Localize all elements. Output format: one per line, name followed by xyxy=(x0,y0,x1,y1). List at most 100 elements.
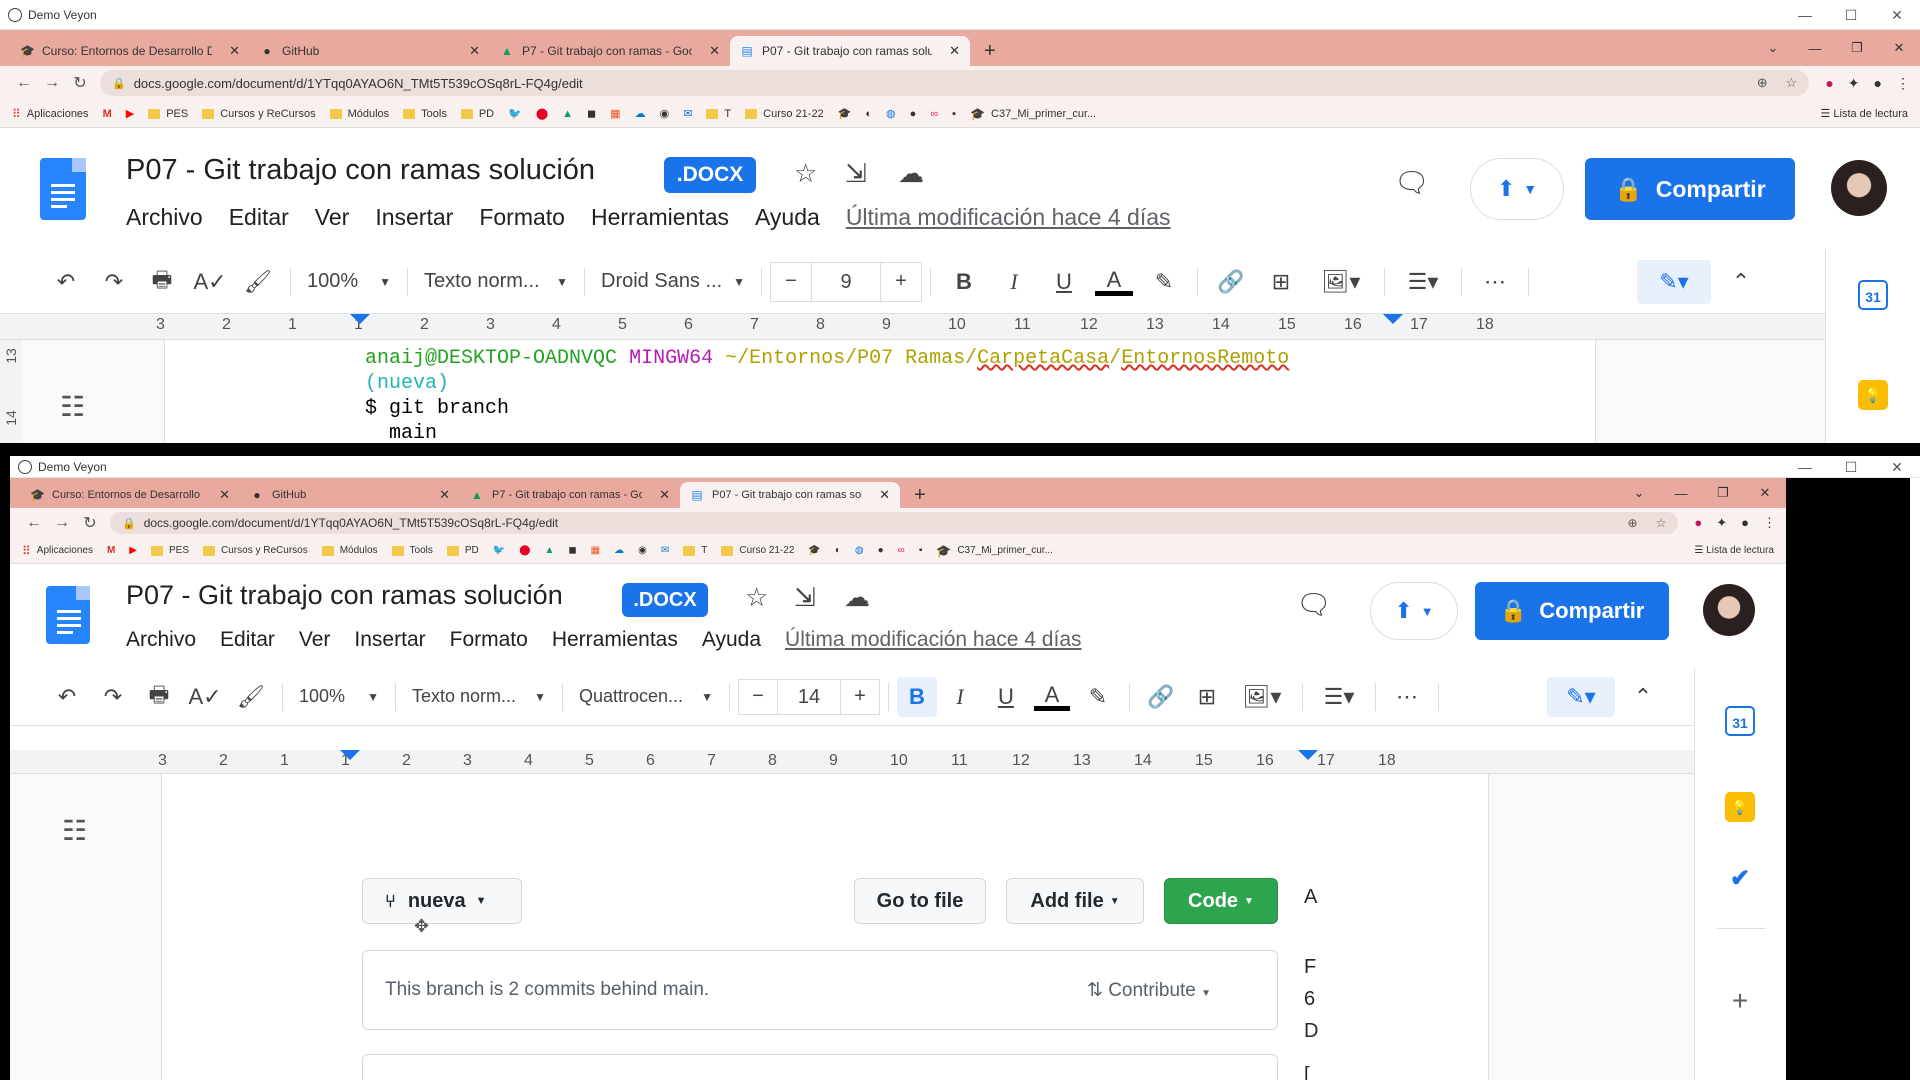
bookmark-pd[interactable]: PD xyxy=(460,108,494,120)
star-icon[interactable]: ☆ xyxy=(745,582,768,613)
bookmark-apps[interactable]: ⠿ Aplicaciones xyxy=(12,107,89,121)
app-icon[interactable]: ▪ xyxy=(919,545,923,556)
drive-icon[interactable]: ▲ xyxy=(544,545,554,556)
app-icon[interactable]: ◐ xyxy=(865,108,872,120)
bookmark-curso[interactable]: Curso 21-22 xyxy=(745,108,824,120)
tab-close-icon[interactable]: ✕ xyxy=(949,43,960,59)
keep-icon[interactable]: 💡 xyxy=(1858,380,1888,410)
maximize-icon[interactable]: ☐ xyxy=(1828,456,1874,477)
menu-ver[interactable]: Ver xyxy=(299,628,331,652)
insert-image-icon[interactable]: 🖼▾ xyxy=(1230,684,1294,710)
menu-formato[interactable]: Formato xyxy=(479,204,565,231)
add-comment-icon[interactable]: ⊞ xyxy=(1256,269,1306,295)
document-page[interactable]: anaij@DESKTOP-OADNVQC MINGW64 ~/Entornos… xyxy=(165,340,1595,443)
highlight-icon[interactable]: ✎ xyxy=(1139,269,1189,295)
bookmark-cursos[interactable]: Cursos y ReCursos xyxy=(203,545,308,556)
app-icon[interactable]: ∞ xyxy=(898,545,905,556)
bold-icon[interactable]: B xyxy=(897,676,937,717)
print-icon[interactable]: 🖶 xyxy=(138,263,186,301)
app-icon[interactable]: ▪ xyxy=(952,108,956,120)
more-icon[interactable]: ⋯ xyxy=(1384,684,1430,710)
app-icon[interactable]: ◍ xyxy=(886,107,896,120)
tab-github[interactable]: ● GitHub ✕ xyxy=(250,36,490,66)
menu-insertar[interactable]: Insertar xyxy=(354,628,425,652)
tab-drive[interactable]: ▲ P7 - Git trabajo con ramas - Goo ✕ xyxy=(490,36,730,66)
minimize-icon[interactable]: — xyxy=(1794,41,1836,56)
tab-drive[interactable]: ▲ P7 - Git trabajo con ramas - Goo ✕ xyxy=(460,482,680,508)
menu-ver[interactable]: Ver xyxy=(315,204,350,231)
forward-icon[interactable]: → xyxy=(48,514,76,532)
indent-marker[interactable] xyxy=(1298,750,1318,760)
reading-list[interactable]: ☰ Lista de lectura xyxy=(1694,545,1774,556)
present-button[interactable]: ⬆ ▼ xyxy=(1470,158,1564,220)
redo-icon[interactable]: ↷ xyxy=(90,269,138,295)
tab-search-icon[interactable]: ⌄ xyxy=(1752,40,1794,56)
bookmark-tools[interactable]: Tools xyxy=(391,545,433,556)
outline-icon[interactable]: ☷ xyxy=(60,390,85,423)
minimize-icon[interactable]: — xyxy=(1782,0,1828,29)
app-icon[interactable]: ◉ xyxy=(638,545,647,556)
twitter-icon[interactable]: 🐦 xyxy=(508,107,522,120)
bold-icon[interactable]: B xyxy=(939,269,989,295)
align-icon[interactable]: ☰▾ xyxy=(1311,684,1367,710)
pinterest-icon[interactable]: ⬤ xyxy=(519,545,530,556)
italic-icon[interactable]: I xyxy=(937,684,983,710)
style-select[interactable]: Texto norm... ▼ xyxy=(404,686,554,707)
extensions-puzzle-icon[interactable]: ✦ xyxy=(1848,75,1860,92)
share-button[interactable]: 🔒 Compartir xyxy=(1475,582,1669,640)
calendar-icon[interactable]: 31 xyxy=(1858,280,1888,310)
bookmark-modulos[interactable]: Módulos xyxy=(329,108,389,120)
bookmark-pd[interactable]: PD xyxy=(446,545,479,556)
restore-icon[interactable]: ❐ xyxy=(1702,485,1744,501)
add-comment-icon[interactable]: ⊞ xyxy=(1184,684,1230,710)
document-page[interactable]: ⑂ nueva ▼ ✥ Go to file Add file ▼ Code ▼ A… xyxy=(162,774,1488,1080)
chrome-menu-icon[interactable]: ⋮ xyxy=(1763,515,1776,531)
moodle-icon[interactable]: 🎓 xyxy=(838,107,852,120)
share-button[interactable]: 🔒 Compartir xyxy=(1585,158,1795,220)
app-icon[interactable]: ∞ xyxy=(930,108,938,120)
bookmark-modulos[interactable]: Módulos xyxy=(321,545,378,556)
bookmark-t[interactable]: T xyxy=(683,545,707,556)
profile-icon[interactable]: ● xyxy=(1874,75,1882,92)
bookmark-t[interactable]: T xyxy=(706,108,731,120)
extensions-puzzle-icon[interactable]: ✦ xyxy=(1716,515,1727,531)
print-icon[interactable]: 🖶 xyxy=(136,678,182,716)
move-folder-icon[interactable]: ⇲ xyxy=(845,158,867,189)
zoom-icon[interactable]: ⊕ xyxy=(1757,75,1768,91)
profile-icon[interactable]: ● xyxy=(1741,515,1749,531)
increase-size-icon[interactable]: + xyxy=(881,270,921,293)
reading-list[interactable]: ☰ Lista de lectura xyxy=(1820,107,1908,121)
tab-close-icon[interactable]: ✕ xyxy=(469,43,480,59)
tab-close-icon[interactable]: ✕ xyxy=(659,487,670,503)
menu-formato[interactable]: Formato xyxy=(450,628,528,652)
forward-icon[interactable]: → xyxy=(38,74,66,92)
menu-ayuda[interactable]: Ayuda xyxy=(702,628,761,652)
decrease-size-icon[interactable]: − xyxy=(771,270,811,293)
outline-icon[interactable]: ☷ xyxy=(62,814,87,847)
go-to-file-button[interactable]: Go to file xyxy=(854,878,986,924)
menu-editar[interactable]: Editar xyxy=(229,204,289,231)
font-select[interactable]: Quattrocen... ▼ xyxy=(571,686,721,707)
more-icon[interactable]: ⋯ xyxy=(1470,269,1520,295)
gmail-icon[interactable]: M xyxy=(103,108,112,120)
doc-title[interactable]: P07 - Git trabajo con ramas solución xyxy=(126,154,595,187)
close-icon[interactable]: ✕ xyxy=(1874,456,1920,477)
new-tab-icon[interactable]: + xyxy=(914,482,926,508)
highlight-icon[interactable]: ✎ xyxy=(1075,684,1121,710)
github-icon[interactable]: ● xyxy=(910,108,917,120)
font-select[interactable]: Droid Sans ... ▼ xyxy=(593,270,753,293)
font-size-input[interactable]: 14 xyxy=(777,678,841,715)
gmail-icon[interactable]: M xyxy=(107,545,115,556)
app-icon[interactable]: ◍ xyxy=(855,545,864,556)
style-select[interactable]: Texto norm... ▼ xyxy=(416,270,576,293)
link-icon[interactable]: 🔗 xyxy=(1138,684,1184,710)
zoom-select[interactable]: 100% ▼ xyxy=(291,686,387,707)
comments-icon[interactable]: 🗨 xyxy=(1394,166,1430,199)
office-icon[interactable]: ▦ xyxy=(610,107,620,120)
contribute-button[interactable]: ⇅ Contribute ▼ xyxy=(1087,979,1211,1002)
new-tab-icon[interactable]: + xyxy=(984,36,996,66)
tab-close-icon[interactable]: ✕ xyxy=(879,487,890,503)
drive-icon[interactable]: ▲ xyxy=(562,108,573,120)
back-icon[interactable]: ← xyxy=(20,514,48,532)
menu-archivo[interactable]: Archivo xyxy=(126,628,196,652)
